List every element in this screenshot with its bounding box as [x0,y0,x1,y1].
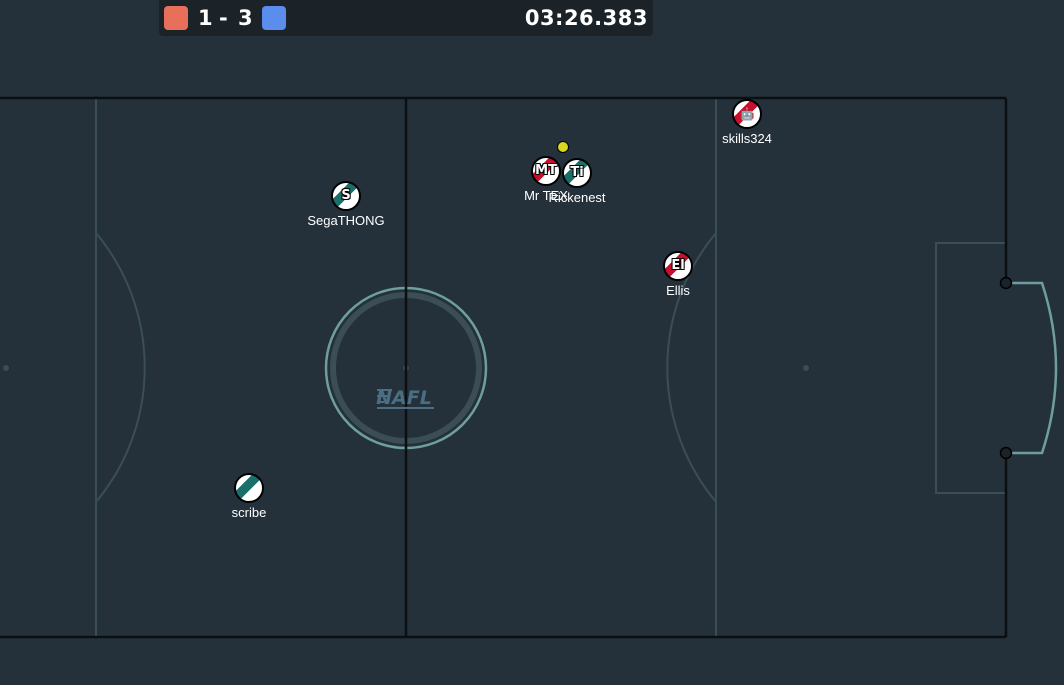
goal-post-bottom [999,446,1013,460]
player-disc: 🤖 [732,99,762,129]
player-name: SegaTHONG [307,213,385,228]
pitch-boundary [0,96,1008,639]
scoreboard: 1 - 3 03:26.383 [159,0,653,36]
blue-score: 3 [238,6,253,30]
player-name: skills324 [722,131,772,146]
player-avatar: S [341,188,351,203]
player-name: Rickenest [548,190,606,205]
player-disc: MT [531,156,561,186]
right-goal [999,276,1058,460]
game-view: NAFL 1 - 3 03:26.383 S SegaTHONG MT Mr T… [0,0,1064,685]
player-disc: Ti [562,158,592,188]
pitch: NAFL [0,96,1058,639]
player-name: Ellis [666,283,690,298]
right-penalty-spot [803,365,809,371]
player-avatar: Ti [570,165,584,180]
player-disc [234,473,264,503]
player-disc: El [663,251,693,281]
right-goal-box [935,242,1006,494]
center-logo: NAFL [376,387,434,409]
game-timer: 03:26.383 [524,6,648,30]
goal-post-top [999,276,1013,290]
goal-net [1006,281,1058,455]
red-score: 1 [198,6,213,30]
player-avatar: MT [535,163,557,178]
red-team-swatch [164,6,188,30]
left-penalty-spot [3,365,9,371]
score-separator: - [219,6,228,30]
player-disc: S [331,181,361,211]
player-avatar: El [671,258,685,273]
left-penalty-arc [95,232,146,503]
robot-icon: 🤖 [739,107,755,121]
blue-team-swatch [262,6,286,30]
player-name: scribe [231,505,267,520]
ball [557,141,569,153]
